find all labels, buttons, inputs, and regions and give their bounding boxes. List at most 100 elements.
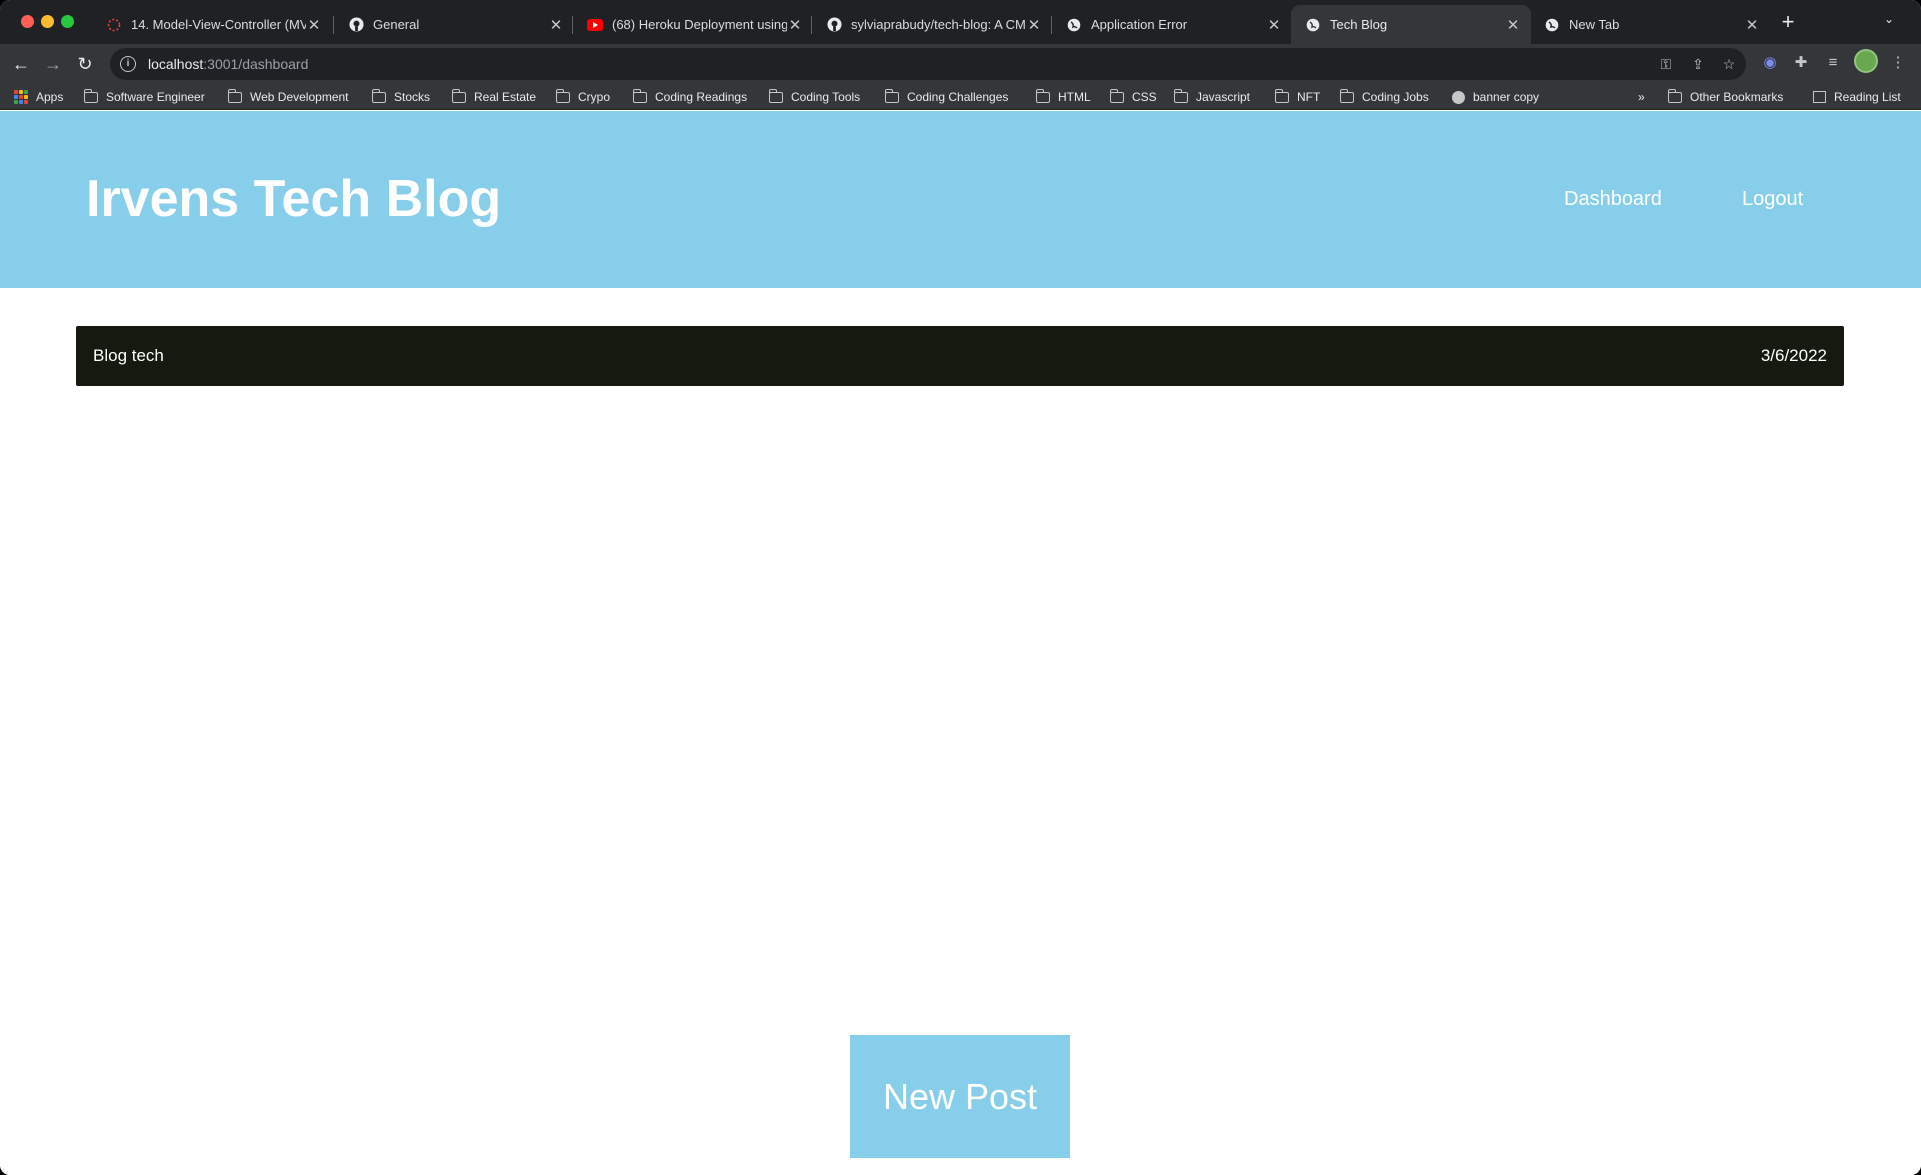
bookmark-label: Coding Jobs	[1362, 90, 1429, 104]
bookmark-coding-challenges[interactable]: Coding Challenges	[884, 84, 1009, 110]
bookmark-label: banner copy	[1473, 90, 1540, 104]
bookmark-coding-tools[interactable]: Coding Tools	[768, 84, 861, 110]
back-arrow-icon[interactable]: ←	[9, 52, 33, 76]
bookmark-other-bookmarks[interactable]: Other Bookmarks	[1667, 84, 1783, 110]
tab-mvc[interactable]: 14. Model-View-Controller (MVC) ✕	[92, 5, 332, 44]
globe-icon	[1305, 17, 1321, 33]
tab-search-chevron-icon[interactable]: ⌄	[1884, 12, 1894, 26]
media-queue-icon[interactable]: ≡	[1822, 52, 1844, 74]
url-path: :3001/dashboard	[203, 56, 309, 72]
key-icon[interactable]: ⚿	[1656, 54, 1676, 74]
bookmark-javascript[interactable]: Javascript	[1173, 84, 1251, 110]
close-tab-icon[interactable]: ✕	[1505, 16, 1521, 34]
close-tab-icon[interactable]: ✕	[1026, 16, 1042, 34]
tab-title: Application Error	[1091, 17, 1188, 32]
tab-title: (68) Heroku Deployment using	[612, 17, 787, 32]
bookmark-software-engineer[interactable]: Software Engineer	[83, 84, 205, 110]
tab-heroku-video[interactable]: (68) Heroku Deployment using ✕	[573, 5, 813, 44]
bookmark-label: Javascript	[1196, 90, 1251, 104]
bookmark-label: NFT	[1297, 90, 1321, 104]
bookmark-crypo[interactable]: Crypo	[555, 84, 611, 110]
nav-logout-link[interactable]: Logout	[1742, 188, 1803, 211]
github-icon	[826, 17, 842, 33]
new-tab-button[interactable]: +	[1776, 10, 1800, 34]
bookmark-label: Coding Tools	[791, 90, 861, 104]
globe-icon	[1544, 17, 1560, 33]
tab-tech-blog-repo[interactable]: sylviaprabudy/tech-blog: A CMS ✕	[812, 5, 1052, 44]
site-header: Irvens Tech Blog Dashboard Logout	[0, 111, 1921, 288]
folder-icon	[227, 88, 242, 103]
tab-strip: 14. Model-View-Controller (MVC) ✕ Genera…	[0, 0, 1921, 44]
close-tab-icon[interactable]: ✕	[1744, 16, 1760, 34]
bookmark-label: Coding Challenges	[907, 90, 1009, 104]
tab-new-tab[interactable]: New Tab ✕	[1530, 5, 1770, 44]
nav-dashboard-link[interactable]: Dashboard	[1564, 188, 1662, 211]
bookmark-html[interactable]: HTML	[1035, 84, 1091, 110]
folder-icon	[83, 88, 98, 103]
extension-circle-icon[interactable]: ◉	[1759, 52, 1781, 74]
tab-application-error[interactable]: Application Error ✕	[1052, 5, 1292, 44]
share-icon[interactable]: ⇪	[1688, 54, 1708, 74]
reading-list-button[interactable]: Reading List	[1813, 84, 1901, 110]
bookmark-label: Reading List	[1834, 90, 1901, 104]
folder-icon	[1339, 88, 1354, 103]
browser-toolbar: ← → ↻ i localhost:3001/dashboard ⚿ ⇪ ☆	[0, 44, 1921, 84]
close-tab-icon[interactable]: ✕	[548, 16, 564, 34]
bookmark-label: Software Engineer	[106, 90, 205, 104]
bookmark-banner-copy[interactable]: banner copy	[1452, 84, 1539, 110]
tab-title: General	[373, 17, 420, 32]
folder-icon	[371, 88, 386, 103]
tab-tech-blog[interactable]: Tech Blog ✕	[1291, 5, 1531, 44]
forward-arrow-icon[interactable]: →	[41, 52, 65, 76]
folder-icon	[1035, 88, 1050, 103]
site-info-icon[interactable]: i	[120, 56, 136, 72]
folder-icon	[1173, 88, 1188, 103]
bookmark-label: Web Development	[250, 90, 349, 104]
close-tab-icon[interactable]: ✕	[306, 16, 322, 34]
folder-icon	[632, 88, 647, 103]
bookmark-stocks[interactable]: Stocks	[371, 84, 431, 110]
folder-icon	[1109, 88, 1124, 103]
bookmark-css[interactable]: CSS	[1109, 84, 1157, 110]
github-icon	[348, 17, 364, 33]
new-post-button[interactable]: New Post	[850, 1035, 1070, 1158]
minimize-window-button[interactable]	[41, 15, 54, 28]
address-bar[interactable]: i localhost:3001/dashboard ⚿ ⇪ ☆	[110, 48, 1746, 80]
bookmark-label: Real Estate	[474, 90, 537, 104]
post-title: Blog tech	[93, 346, 164, 365]
puzzle-extensions-icon[interactable]: ✚	[1790, 52, 1812, 74]
bookmark-nft[interactable]: NFT	[1274, 84, 1321, 110]
bookmark-coding-readings[interactable]: Coding Readings	[632, 84, 748, 110]
close-tab-icon[interactable]: ✕	[1266, 16, 1282, 34]
reading-list-icon	[1813, 91, 1826, 103]
tab-title: sylviaprabudy/tech-blog: A CMS	[851, 17, 1026, 32]
bookmark-coding-jobs[interactable]: Coding Jobs	[1339, 84, 1429, 110]
bookmark-web-development[interactable]: Web Development	[227, 84, 349, 110]
kebab-menu-icon[interactable]: ⋮	[1887, 52, 1909, 74]
bookmark-label: Coding Readings	[655, 90, 748, 104]
youtube-icon	[587, 17, 603, 33]
bookmark-label: Stocks	[394, 90, 431, 104]
reload-icon[interactable]: ↻	[73, 52, 97, 76]
profile-avatar[interactable]	[1854, 49, 1878, 73]
globe-icon	[1452, 90, 1465, 104]
tab-general[interactable]: General ✕	[334, 5, 574, 44]
bookmark-star-icon[interactable]: ☆	[1719, 54, 1739, 74]
post-card[interactable]: Blog tech 3/6/2022	[76, 326, 1844, 386]
bookmark-label: Crypo	[578, 90, 611, 104]
site-title[interactable]: Irvens Tech Blog	[86, 169, 501, 229]
folder-icon	[451, 88, 466, 103]
maximize-window-button[interactable]	[61, 15, 74, 28]
tab-title: New Tab	[1569, 17, 1620, 32]
close-window-button[interactable]	[21, 15, 34, 28]
tab-title: Tech Blog	[1330, 17, 1388, 32]
post-date: 3/6/2022	[1760, 346, 1827, 365]
bookmark-apps[interactable]: Apps	[14, 84, 63, 110]
bookmark-real-estate[interactable]: Real Estate	[451, 84, 537, 110]
bookmarks-bar: Apps Software Engineer Web Development S…	[0, 84, 1921, 110]
bookmarks-overflow-button[interactable]: »	[1638, 84, 1645, 110]
page-content: Irvens Tech Blog Dashboard Logout Blog t…	[0, 111, 1921, 1175]
url-host: localhost	[148, 56, 204, 72]
close-tab-icon[interactable]: ✕	[787, 16, 803, 34]
bookmark-label: HTML	[1058, 90, 1091, 104]
